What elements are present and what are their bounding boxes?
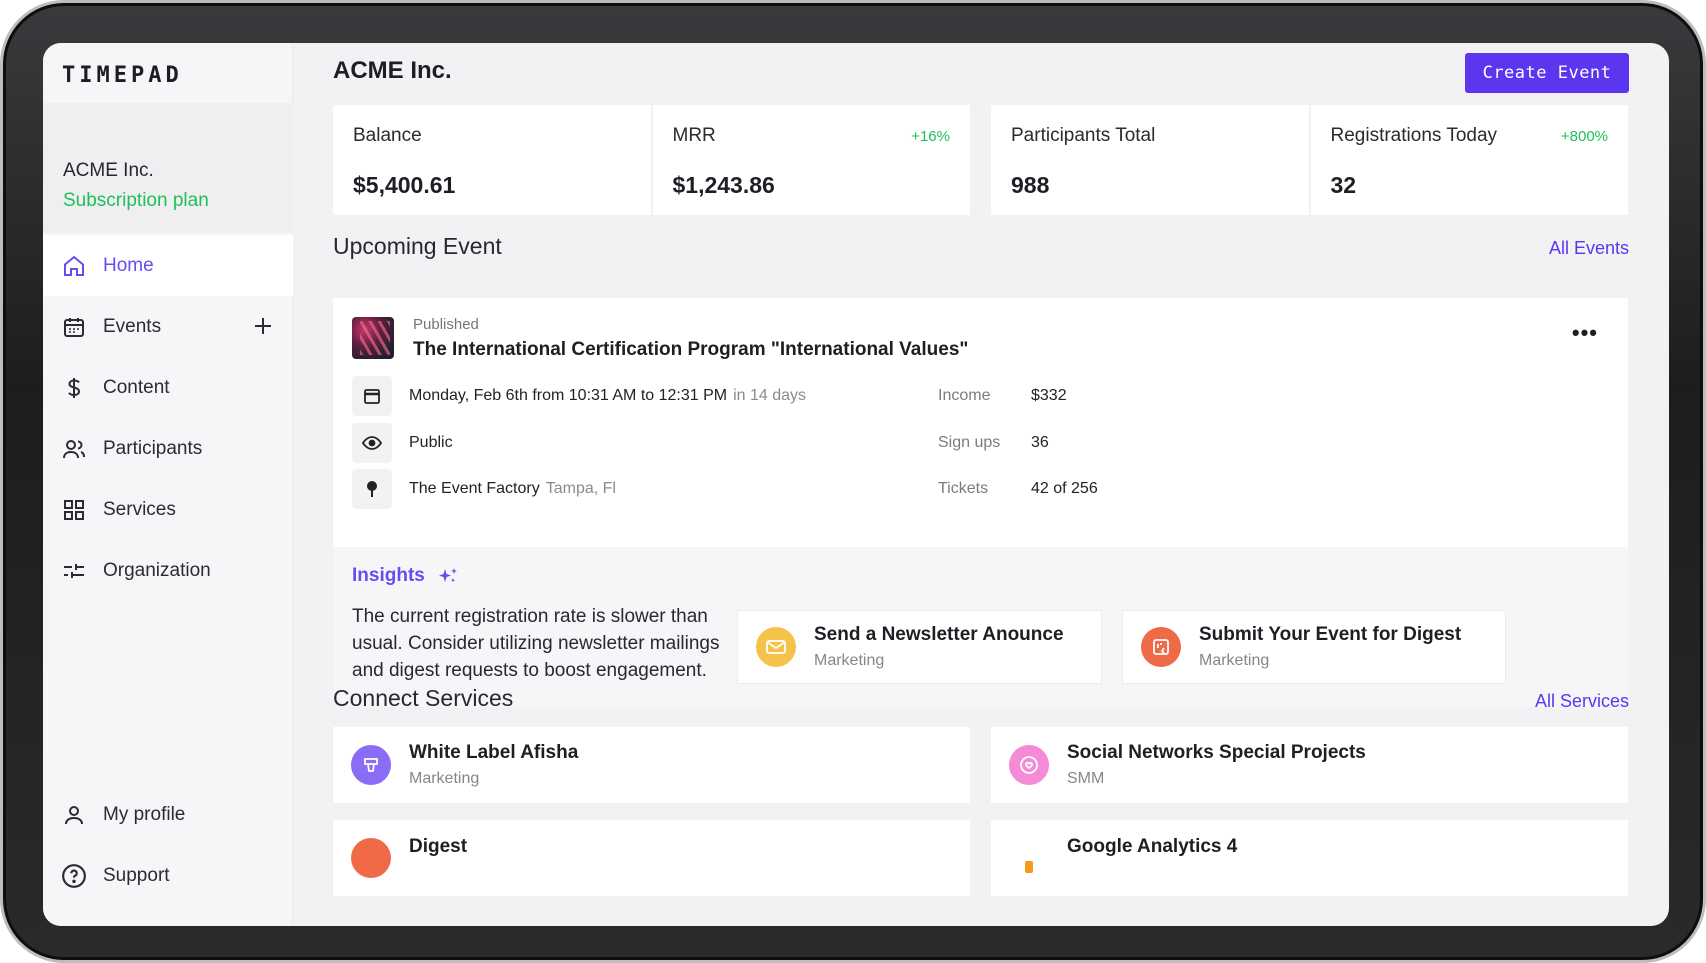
service-card-digest[interactable]: Digest xyxy=(333,820,970,896)
event-venue-row: The Event Factory Tampa, Fl xyxy=(352,469,616,509)
create-event-button[interactable]: Create Event xyxy=(1465,53,1629,93)
afisha-icon xyxy=(351,745,391,785)
connect-services-title: Connect Services xyxy=(333,685,514,711)
eye-icon xyxy=(352,423,392,463)
event-status: Published xyxy=(413,316,479,333)
stats-group-finance: Balance $5,400.61 MRR +16% $1,243.86 xyxy=(333,105,970,215)
service-card-google-analytics[interactable]: Google Analytics 4 xyxy=(991,820,1628,896)
event-name[interactable]: The International Certification Program … xyxy=(413,339,968,361)
stat-value: $1,243.86 xyxy=(672,172,775,198)
stat-label: Balance xyxy=(353,125,422,146)
chat-heart-icon xyxy=(1009,745,1049,785)
insights-heading: Insights xyxy=(352,565,459,587)
upcoming-event-title: Upcoming Event xyxy=(333,233,502,259)
event-venue: The Event Factory xyxy=(409,480,540,497)
service-category: SMM xyxy=(1067,770,1105,787)
event-date: Monday, Feb 6th from 10:31 AM to 12:31 P… xyxy=(409,387,728,404)
event-date-relative: in 14 days xyxy=(733,387,807,404)
insight-card-title: Send a Newsletter Anounce xyxy=(814,624,1064,645)
upcoming-event-card[interactable]: Published The International Certificatio… xyxy=(333,298,1628,547)
metric-label-signups: Sign ups xyxy=(938,434,1001,451)
insight-card-newsletter[interactable]: Send a Newsletter Anounce Marketing xyxy=(737,610,1102,684)
device-frame: TIMEPAD ACME Inc. Subscription plan Home… xyxy=(0,0,1706,963)
main-content: ACME Inc. Create Event Balance $5,400.61… xyxy=(43,43,1669,926)
metric-label-income: Income xyxy=(938,387,991,404)
stat-registrations-today[interactable]: Registrations Today +800% 32 xyxy=(1308,105,1629,215)
stat-participants-total[interactable]: Participants Total 988 xyxy=(991,105,1309,215)
event-visibility-row: Public xyxy=(352,423,453,463)
stat-value: 988 xyxy=(1011,172,1050,198)
insight-card-category: Marketing xyxy=(1199,652,1270,669)
insights-message: The current registration rate is slower … xyxy=(352,606,720,681)
all-events-link[interactable]: All Events xyxy=(1549,238,1629,259)
stat-value: $5,400.61 xyxy=(353,172,456,198)
all-services-link[interactable]: All Services xyxy=(1535,691,1629,712)
envelope-icon xyxy=(756,627,796,667)
stat-mrr[interactable]: MRR +16% $1,243.86 xyxy=(650,105,971,215)
metric-value-income: $332 xyxy=(1031,387,1067,404)
page-title: ACME Inc. xyxy=(333,57,452,84)
insight-card-digest[interactable]: Submit Your Event for Digest Marketing xyxy=(1122,610,1506,684)
stat-label: MRR xyxy=(672,125,716,146)
digest-icon xyxy=(1141,627,1181,667)
event-thumbnail xyxy=(352,317,394,359)
sparkle-icon xyxy=(437,567,459,585)
metric-label-tickets: Tickets xyxy=(938,480,989,497)
analytics-icon xyxy=(1009,838,1049,878)
insight-card-title: Submit Your Event for Digest xyxy=(1199,624,1462,645)
service-title: Google Analytics 4 xyxy=(1067,836,1238,857)
metric-value-signups: 36 xyxy=(1031,434,1049,451)
stat-delta: +16% xyxy=(911,128,950,145)
insights-title: Insights xyxy=(352,565,425,586)
more-options-icon[interactable]: ••• xyxy=(1572,320,1598,346)
service-category: Marketing xyxy=(409,770,480,787)
event-visibility: Public xyxy=(409,434,453,451)
stat-value: 32 xyxy=(1330,172,1357,198)
insight-card-category: Marketing xyxy=(814,652,885,669)
digest-service-icon xyxy=(351,838,391,878)
stat-delta: +800% xyxy=(1560,128,1608,145)
service-title: Social Networks Special Projects xyxy=(1067,742,1366,763)
app-screen: TIMEPAD ACME Inc. Subscription plan Home… xyxy=(43,43,1669,926)
metric-value-tickets: 42 of 256 xyxy=(1031,480,1098,497)
service-title: Digest xyxy=(409,836,468,857)
event-date-row: Monday, Feb 6th from 10:31 AM to 12:31 P… xyxy=(352,376,806,416)
stat-label: Participants Total xyxy=(1011,125,1156,146)
location-pin-icon xyxy=(352,469,392,509)
service-card-white-label-afisha[interactable]: White Label Afisha Marketing xyxy=(333,727,970,803)
service-title: White Label Afisha xyxy=(409,742,579,763)
service-card-social-networks[interactable]: Social Networks Special Projects SMM xyxy=(991,727,1628,803)
calendar-small-icon xyxy=(352,376,392,416)
event-venue-city: Tampa, Fl xyxy=(545,480,616,497)
insights-panel: Insights The current registration rate i… xyxy=(333,547,1628,707)
stats-group-participants: Participants Total 988 Registrations Tod… xyxy=(991,105,1628,215)
stat-balance[interactable]: Balance $5,400.61 xyxy=(333,105,651,215)
